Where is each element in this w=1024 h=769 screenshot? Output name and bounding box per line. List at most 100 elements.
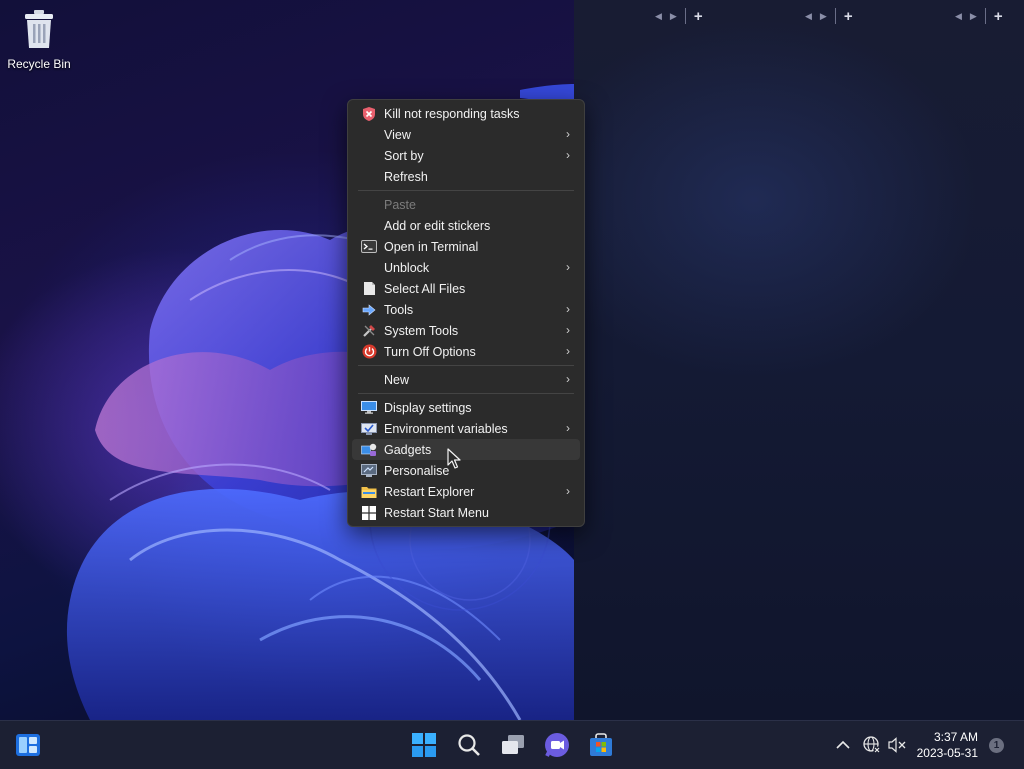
start-button[interactable] [410,731,438,759]
desktop-icon-recycle-bin[interactable]: Recycle Bin [6,8,72,71]
network-button[interactable] [859,731,885,759]
menu-item-label: Paste [384,197,416,212]
notification-badge[interactable]: 1 [989,738,1004,753]
menu-item-gadgets[interactable]: Gadgets [352,439,580,460]
globe-no-internet-icon [863,736,881,754]
divider [984,8,986,24]
chevron-right-icon: › [566,302,570,316]
menu-item-label: System Tools [384,323,459,338]
chevron-right-icon: › [566,148,570,162]
system-clock[interactable]: 3:37 AM 2023-05-31 [917,729,978,761]
folder-icon [361,484,377,499]
menu-item-label: Restart Start Menu [384,505,489,520]
panel-bar-2: ◀ ▶ + [805,6,853,26]
monitor-check-icon [361,421,377,436]
menu-item-display-settings[interactable]: Display settings [352,397,580,418]
desktop[interactable]: ◀ ▶ + ◀ ▶ + ◀ ▶ + Recycle Bin Kill not r… [0,0,1024,720]
menu-separator [358,393,574,394]
search-icon [458,734,480,756]
chevron-right-icon: › [566,127,570,141]
chevron-right-icon: › [566,344,570,358]
menu-item-label: Refresh [384,169,428,184]
menu-item-label: Add or edit stickers [384,218,491,233]
menu-separator [358,365,574,366]
menu-item-personalise[interactable]: Personalise [352,460,580,481]
menu-item-label: Select All Files [384,281,466,296]
nav-back-icon[interactable]: ◀ [655,11,662,22]
menu-item-label: Tools [384,302,414,317]
menu-item-restart-explorer[interactable]: Restart Explorer › [352,481,580,502]
display-icon [361,400,377,415]
add-button[interactable]: + [694,8,703,25]
menu-item-refresh[interactable]: Refresh [352,166,580,187]
clock-date: 2023-05-31 [916,746,978,760]
menu-item-view[interactable]: View › [352,124,580,145]
chevron-right-icon: › [566,372,570,386]
menu-item-label: Display settings [384,400,472,415]
chevron-right-icon: › [566,484,570,498]
menu-item-turn-off-options[interactable]: Turn Off Options › [352,341,580,362]
task-view-icon [502,735,524,754]
chevron-right-icon: › [566,260,570,274]
shield-x-icon [361,106,377,121]
menu-item-open-in-terminal[interactable]: Open in Terminal [352,236,580,257]
menu-item-unblock[interactable]: Unblock › [352,257,580,278]
chevron-right-icon: › [566,323,570,337]
menu-item-label: Environment variables [384,421,508,436]
menu-item-environment-variables[interactable]: Environment variables › [352,418,580,439]
menu-item-system-tools[interactable]: System Tools › [352,320,580,341]
nav-back-icon[interactable]: ◀ [805,11,812,22]
search-button[interactable] [455,731,483,759]
widgets-icon [16,734,40,756]
personalise-icon [361,463,377,478]
divider [834,8,836,24]
wallpaper-right-panel [574,0,1024,720]
mouse-cursor-icon [447,448,461,469]
panel-bar-1: ◀ ▶ + [655,6,703,26]
menu-item-label: Personalise [384,463,450,478]
tray-overflow-button[interactable] [830,731,856,759]
gadgets-icon [361,442,377,457]
terminal-icon [361,239,377,254]
menu-item-label: Restart Explorer [384,484,475,499]
teams-chat-icon [545,733,569,757]
task-view-button[interactable] [499,731,527,759]
nav-forward-icon[interactable]: ▶ [970,11,977,22]
nav-forward-icon[interactable]: ▶ [670,11,677,22]
widgets-button[interactable] [14,731,42,759]
nav-back-icon[interactable]: ◀ [955,11,962,22]
context-menu: Kill not responding tasks View › Sort by… [347,99,585,527]
blue-arrow-icon [361,302,377,317]
store-icon [590,733,612,756]
menu-separator [358,190,574,191]
divider [684,8,686,24]
menu-item-restart-start-menu[interactable]: Restart Start Menu [352,502,580,523]
menu-item-new[interactable]: New › [352,369,580,390]
desktop-icon-label: Recycle Bin [7,57,71,71]
add-button[interactable]: + [844,8,853,25]
add-button[interactable]: + [994,8,1003,25]
menu-item-paste: Paste [352,194,580,215]
recycle-bin-icon [25,10,53,48]
menu-item-label: Kill not responding tasks [384,106,520,121]
teams-chat-button[interactable] [543,731,571,759]
menu-item-label: Gadgets [384,442,432,457]
menu-item-add-edit-stickers[interactable]: Add or edit stickers [352,215,580,236]
microsoft-store-button[interactable] [587,731,615,759]
menu-item-label: Open in Terminal [384,239,479,254]
menu-item-label: New [384,372,410,387]
tools-icon [361,323,377,338]
menu-item-select-all-files[interactable]: Select All Files [352,278,580,299]
menu-item-tools[interactable]: Tools › [352,299,580,320]
chevron-right-icon: › [566,421,570,435]
power-icon [361,344,377,359]
panel-bar-3: ◀ ▶ + [955,6,1003,26]
nav-forward-icon[interactable]: ▶ [820,11,827,22]
menu-item-kill-not-responding[interactable]: Kill not responding tasks [352,103,580,124]
clock-time: 3:37 AM [933,730,978,744]
volume-button[interactable] [884,731,910,759]
chevron-up-icon [836,740,850,749]
menu-item-sort-by[interactable]: Sort by › [352,145,580,166]
document-icon [361,281,377,296]
menu-item-label: View [384,127,411,142]
